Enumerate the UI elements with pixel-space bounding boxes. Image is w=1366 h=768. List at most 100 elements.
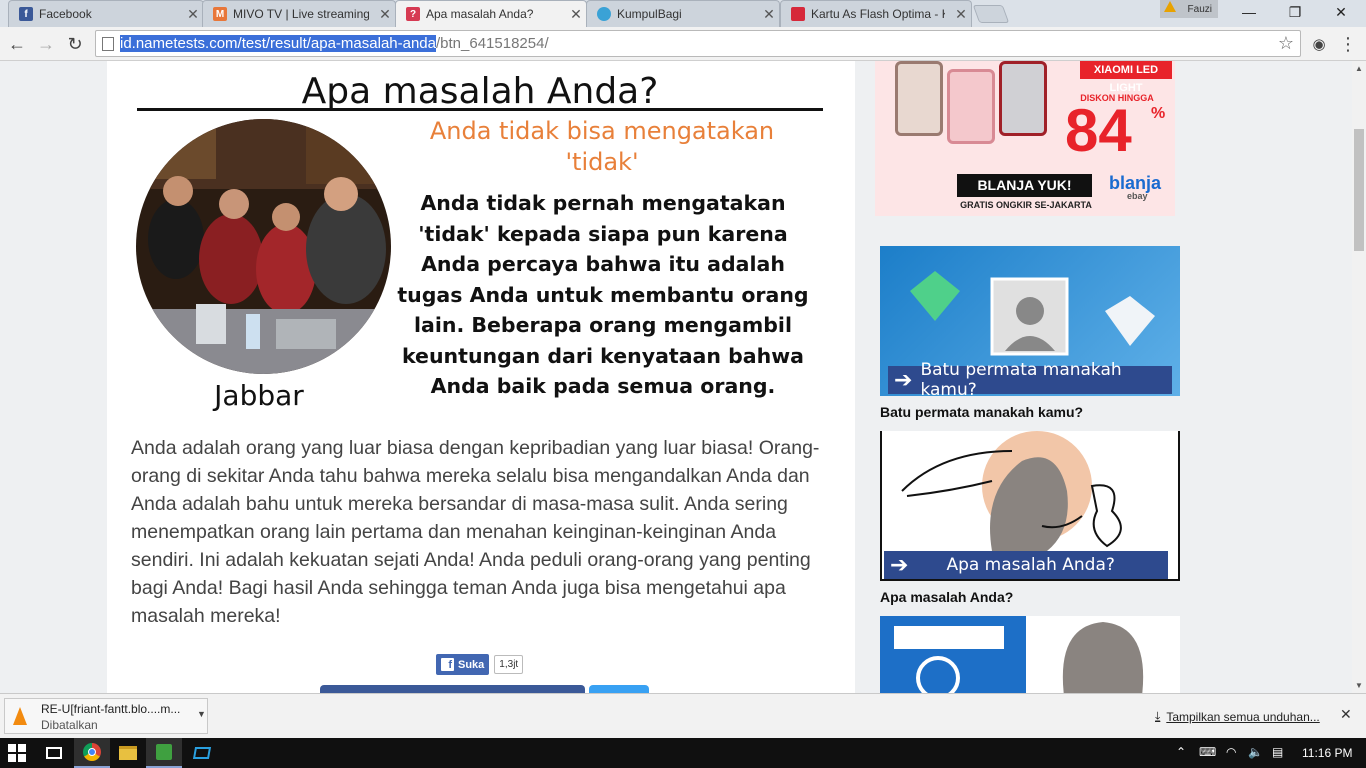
share-twitter-button[interactable]: [589, 685, 649, 693]
menu-icon[interactable]: ⋮: [1336, 32, 1360, 56]
url-selected: id.nametests.com/test/result/apa-masalah…: [120, 35, 436, 52]
show-all-downloads-link[interactable]: ⤓ Tampilkan semua unduhan...: [1155, 709, 1320, 724]
scroll-up-icon[interactable]: ▲: [1355, 64, 1363, 73]
telkomsel-icon: [791, 7, 805, 21]
tab-close-icon[interactable]: ✕: [183, 6, 203, 23]
quiz-card-gemstone[interactable]: ➔ Batu permata manakah kamu?: [880, 246, 1180, 396]
result-description: Anda tidak pernah mengatakan 'tidak' kep…: [397, 191, 809, 398]
ad-discount-value: 84: [1065, 97, 1132, 164]
download-status: Dibatalkan: [41, 718, 98, 732]
like-count: 1,3jt: [494, 655, 524, 674]
close-shelf-icon[interactable]: ✕: [1340, 706, 1352, 723]
chevron-down-icon[interactable]: ▼: [197, 709, 206, 719]
quiz-image-panel: [1026, 616, 1180, 693]
result-body: Anda adalah orang yang luar biasa dengan…: [131, 437, 820, 627]
download-shelf: RE-U[friant-fantt.blo....m... Dibatalkan…: [0, 693, 1366, 738]
quiz-card-problem[interactable]: ➔ Apa masalah Anda?: [880, 431, 1180, 581]
tab-apa-masalah[interactable]: ? Apa masalah Anda? ✕: [395, 0, 587, 27]
tab-facebook[interactable]: f Facebook ✕: [8, 0, 204, 27]
forward-button[interactable]: →: [34, 32, 58, 56]
ad-badge: XIAOMI LED LIGHT: [1080, 61, 1172, 94]
tab-strip: f Facebook ✕ M MIVO TV | Live streaming …: [0, 0, 1366, 27]
tab-kumpulbagi[interactable]: KumpulBagi ✕: [586, 0, 780, 27]
notification-icon[interactable]: ▤: [1272, 745, 1283, 759]
page-scrollbar[interactable]: ▲ ▼: [1352, 61, 1366, 693]
quiz-caption-problem[interactable]: Apa masalah Anda?: [880, 589, 1013, 605]
tab-close-icon[interactable]: ✕: [566, 6, 586, 23]
tab-title: Facebook: [39, 7, 92, 21]
kumpulbagi-icon: [597, 7, 611, 21]
page-icon: [102, 37, 114, 51]
facebook-like-button[interactable]: f Suka: [436, 654, 490, 675]
windows-taskbar: ⌃ ⌨ ◠ 🔈 ▤ 11:16 PM: [0, 738, 1366, 768]
bookmark-star-icon[interactable]: ☆: [1278, 33, 1294, 54]
quiz-banner-text: Apa masalah Anda?: [946, 555, 1115, 575]
ad-cta-button[interactable]: BLANJA YUK!: [957, 174, 1092, 197]
wifi-icon[interactable]: ◠: [1226, 745, 1236, 759]
tab-title: MIVO TV | Live streaming: [233, 7, 369, 21]
new-tab-button[interactable]: [972, 5, 1010, 23]
close-window-button[interactable]: ✕: [1318, 0, 1364, 24]
person-name: Jabbar: [214, 379, 304, 412]
ad-percent: %: [1151, 105, 1166, 122]
profile-name: Fauzi: [1187, 3, 1212, 15]
scroll-thumb[interactable]: [1354, 129, 1364, 251]
chart-icon: [916, 656, 960, 693]
url-text[interactable]: id.nametests.com/test/result/apa-masalah…: [120, 35, 549, 52]
minimize-button[interactable]: —: [1226, 0, 1272, 24]
facebook-like-widget: f Suka 1,3jt: [436, 654, 524, 675]
browser-toolbar: ← → ↻ id.nametests.com/test/result/apa-m…: [0, 27, 1366, 61]
title-divider: [137, 108, 823, 111]
advertisement-banner[interactable]: XIAOMI LED LIGHT DISKON HINGGA 84 % BLAN…: [875, 61, 1175, 216]
quiz-banner-text: Batu permata manakah kamu?: [920, 360, 1122, 396]
tab-title: Kartu As Flash Optima - K: [811, 7, 945, 21]
tab-close-icon[interactable]: ✕: [951, 6, 971, 23]
tab-close-icon[interactable]: ✕: [375, 6, 395, 23]
reload-button[interactable]: ↻: [63, 32, 87, 56]
restore-button[interactable]: ❐: [1272, 0, 1318, 24]
address-bar[interactable]: id.nametests.com/test/result/apa-masalah…: [95, 30, 1301, 57]
quiz-caption-gemstone[interactable]: Batu permata manakah kamu?: [880, 404, 1083, 420]
tab-title: Apa masalah Anda?: [426, 7, 534, 21]
quiz-card-third[interactable]: [880, 616, 1180, 693]
quiz-banner: ➔ Batu permata manakah kamu?: [888, 360, 1172, 396]
app-icon[interactable]: [146, 738, 182, 768]
tab-mivo[interactable]: M MIVO TV | Live streaming ✕: [202, 0, 396, 27]
share-facebook-button[interactable]: [320, 685, 585, 693]
download-item[interactable]: RE-U[friant-fantt.blo....m... Dibatalkan…: [4, 698, 208, 734]
scroll-down-icon[interactable]: ▼: [1355, 681, 1363, 690]
start-button[interactable]: [8, 744, 26, 762]
file-explorer-icon[interactable]: [110, 738, 146, 768]
download-filename: RE-U[friant-fantt.blo....m...: [41, 702, 181, 716]
tab-kartu-as[interactable]: Kartu As Flash Optima - K ✕: [780, 0, 972, 27]
result-card: Apa masalah Anda? Jabbar Anda tidak bisa…: [107, 61, 855, 693]
back-button[interactable]: ←: [5, 32, 29, 56]
clock[interactable]: 11:16 PM: [1302, 746, 1352, 760]
tab-title: KumpulBagi: [617, 7, 682, 21]
extension-icon[interactable]: ◉: [1307, 32, 1331, 56]
facebook-icon: f: [441, 658, 454, 671]
arrow-right-icon: ➔: [894, 367, 913, 393]
tab-close-icon[interactable]: ✕: [759, 6, 779, 23]
facebook-icon: f: [19, 7, 33, 21]
ad-shipping: GRATIS ONGKIR SE-JAKARTA: [960, 200, 1092, 210]
input-language-icon[interactable]: ⌨: [1199, 745, 1216, 759]
url-rest: /btn_641518254/: [436, 35, 549, 52]
task-view-icon[interactable]: [36, 738, 72, 768]
volume-icon[interactable]: 🔈: [1248, 745, 1263, 759]
result-headline: Anda tidak bisa mengatakan 'tidak': [429, 117, 775, 176]
watch-image: [999, 61, 1047, 136]
watch-image: [947, 69, 995, 144]
mivo-icon: M: [213, 7, 227, 21]
profile-badge[interactable]: Fauzi: [1160, 0, 1218, 18]
show-all-label: Tampilkan semua unduhan...: [1166, 709, 1320, 724]
profile-photo: [136, 119, 391, 374]
warning-icon: [1164, 1, 1176, 12]
page-viewport: Apa masalah Anda? Jabbar Anda tidak bisa…: [0, 61, 1352, 693]
chevron-up-icon[interactable]: ⌃: [1176, 745, 1186, 759]
quiz-image-bar: [894, 626, 1004, 649]
store-icon[interactable]: [184, 738, 220, 768]
nametests-icon: ?: [406, 7, 420, 21]
ad-partner: ebay: [1127, 191, 1148, 201]
chrome-icon[interactable]: [74, 738, 110, 768]
